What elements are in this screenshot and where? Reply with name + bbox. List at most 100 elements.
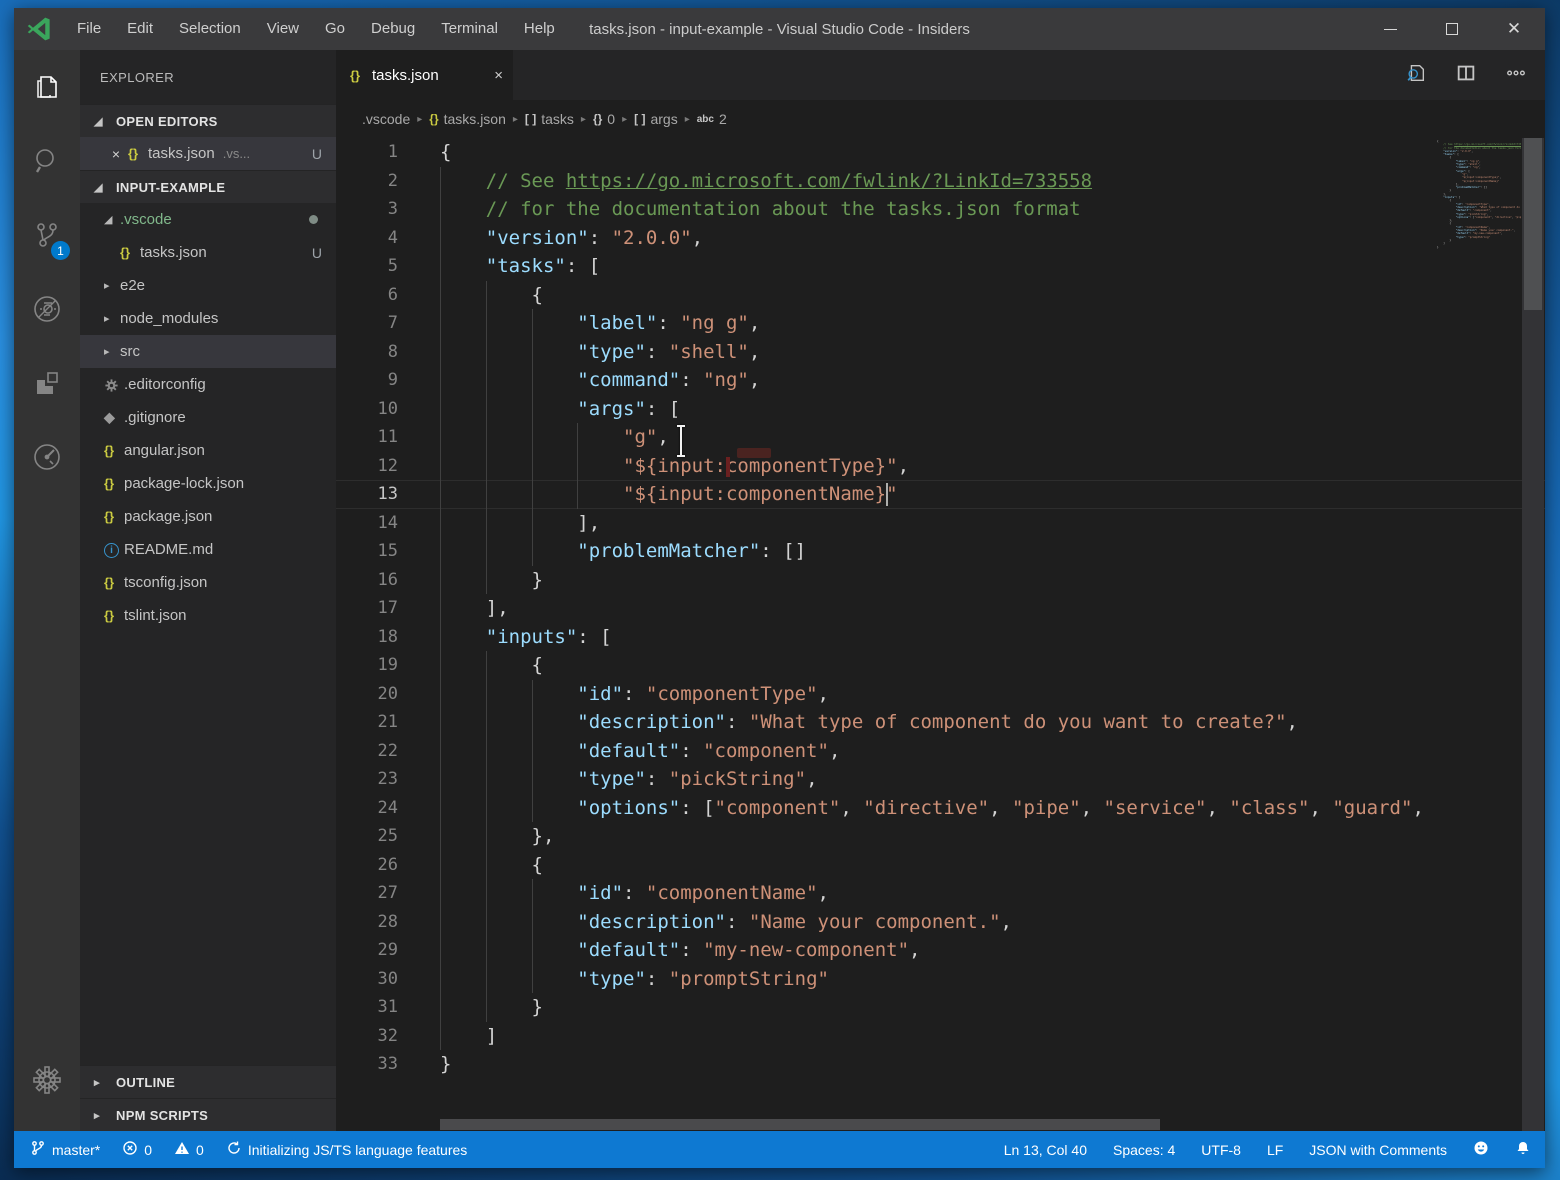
code-line-6[interactable]: 6{: [336, 281, 1545, 310]
code-line-25[interactable]: 25},: [336, 822, 1545, 851]
horizontal-scrollbar[interactable]: [336, 1117, 1521, 1131]
code-line-31[interactable]: 31}: [336, 993, 1545, 1022]
menu-terminal[interactable]: Terminal: [428, 8, 511, 50]
code-line-23[interactable]: 23"type": "pickString",: [336, 765, 1545, 794]
code-line-21[interactable]: 21"description": "What type of component…: [336, 708, 1545, 737]
status-json-with-comments[interactable]: JSON with Comments: [1309, 1142, 1447, 1158]
breadcrumb-item-args[interactable]: [ ]args: [634, 111, 678, 127]
breadcrumb-item--vscode[interactable]: .vscode: [362, 111, 410, 127]
status-0[interactable]: 0: [174, 1140, 204, 1159]
breadcrumb-item-2[interactable]: abc2: [697, 111, 727, 127]
code-line-24[interactable]: 24"options": ["component", "directive", …: [336, 794, 1545, 823]
source-control-icon[interactable]: 1: [14, 198, 80, 272]
tree-item-tslint-json[interactable]: {}tslint.json: [80, 599, 336, 632]
status-smiley[interactable]: [1473, 1140, 1489, 1159]
code-line-27[interactable]: 27"id": "componentName",: [336, 879, 1545, 908]
open-editors-header[interactable]: ◢ OPEN EDITORS: [80, 104, 336, 137]
extensions-icon[interactable]: [14, 346, 80, 420]
code-line-33[interactable]: 33}: [336, 1050, 1545, 1079]
explorer-icon[interactable]: [14, 50, 80, 124]
section-header-npm-scripts[interactable]: ▸NPM SCRIPTS: [80, 1098, 336, 1131]
tree-item-e2e[interactable]: ▸e2e: [80, 269, 336, 302]
gauge-icon[interactable]: [14, 420, 80, 494]
tree-item-readme-md[interactable]: iREADME.md: [80, 533, 336, 566]
code-line-10[interactable]: 10"args": [: [336, 395, 1545, 424]
tree-item-node-modules[interactable]: ▸node_modules: [80, 302, 336, 335]
code-line-26[interactable]: 26{: [336, 851, 1545, 880]
line-number: 14: [336, 509, 440, 538]
code-line-8[interactable]: 8"type": "shell",: [336, 338, 1545, 367]
tree-item-package-lock-json[interactable]: {}package-lock.json: [80, 467, 336, 500]
code-line-20[interactable]: 20"id": "componentType",: [336, 680, 1545, 709]
section-header-outline[interactable]: ▸OUTLINE: [80, 1065, 336, 1098]
minimize-button[interactable]: [1359, 8, 1421, 50]
code-line-32[interactable]: 32]: [336, 1022, 1545, 1051]
status-master[interactable]: master*: [30, 1140, 100, 1159]
open-preview-icon[interactable]: [1405, 62, 1427, 89]
code-line-18[interactable]: 18"inputs": [: [336, 623, 1545, 652]
horizontal-scrollbar-thumb[interactable]: [440, 1119, 1160, 1130]
code-line-28[interactable]: 28"description": "Name your component.",: [336, 908, 1545, 937]
minimap[interactable]: {// See https://go.microsoft.com/fwlink/…: [1437, 140, 1521, 252]
code-line-5[interactable]: 5"tasks": [: [336, 252, 1545, 281]
code-line-9[interactable]: 9"command": "ng",: [336, 366, 1545, 395]
code-line-2[interactable]: 2// See https://go.microsoft.com/fwlink/…: [336, 167, 1545, 196]
code-line-7[interactable]: 7"label": "ng g",: [336, 309, 1545, 338]
breadcrumb-item-tasks-json[interactable]: {}tasks.json: [429, 111, 506, 127]
code-line-22[interactable]: 22"default": "component",: [336, 737, 1545, 766]
status-bell[interactable]: [1515, 1140, 1531, 1159]
maximize-button[interactable]: [1421, 8, 1483, 50]
tree-item-angular-json[interactable]: {}angular.json: [80, 434, 336, 467]
menu-selection[interactable]: Selection: [166, 8, 254, 50]
code-line-13[interactable]: 13"${input:componentName}": [336, 480, 1545, 509]
code-line-3[interactable]: 3// for the documentation about the task…: [336, 195, 1545, 224]
code-editor[interactable]: 1{2// See https://go.microsoft.com/fwlin…: [336, 138, 1545, 1131]
menu-help[interactable]: Help: [511, 8, 568, 50]
tree-item-src[interactable]: ▸src: [80, 335, 336, 368]
code-line-12[interactable]: 12"${input:componentType}",: [336, 452, 1545, 481]
code-line-1[interactable]: 1{: [336, 138, 1545, 167]
tree-item--editorconfig[interactable]: .editorconfig: [80, 368, 336, 401]
vertical-scrollbar-thumb[interactable]: [1524, 138, 1542, 310]
tab-close-icon[interactable]: ×: [494, 67, 503, 84]
menu-debug[interactable]: Debug: [358, 8, 428, 50]
code-line-17[interactable]: 17],: [336, 594, 1545, 623]
tree-item--gitignore[interactable]: ◆.gitignore: [80, 401, 336, 434]
open-editor-item[interactable]: ×{}tasks.json.vs...U: [80, 137, 336, 170]
tree-item-tasks-json[interactable]: {}tasks.jsonU: [80, 236, 336, 269]
tree-item--vscode[interactable]: ◢.vscode: [80, 203, 336, 236]
code-line-14[interactable]: 14],: [336, 509, 1545, 538]
tree-item-package-json[interactable]: {}package.json: [80, 500, 336, 533]
code-line-11[interactable]: 11"g",: [336, 423, 1545, 452]
debug-icon[interactable]: [14, 272, 80, 346]
vertical-scrollbar[interactable]: [1522, 138, 1544, 1131]
code-line-29[interactable]: 29"default": "my-new-component",: [336, 936, 1545, 965]
folder-section-header[interactable]: ◢ INPUT-EXAMPLE: [80, 170, 336, 203]
menu-go[interactable]: Go: [312, 8, 358, 50]
status-spaces-4[interactable]: Spaces: 4: [1113, 1142, 1175, 1158]
menu-edit[interactable]: Edit: [114, 8, 166, 50]
tree-item-tsconfig-json[interactable]: {}tsconfig.json: [80, 566, 336, 599]
status-utf-8[interactable]: UTF-8: [1201, 1142, 1241, 1158]
menu-file[interactable]: File: [64, 8, 114, 50]
code-line-15[interactable]: 15"problemMatcher": []: [336, 537, 1545, 566]
code-line-30[interactable]: 30"type": "promptString": [336, 965, 1545, 994]
breadcrumb-item-0[interactable]: {}0: [593, 111, 615, 127]
status-ln-13-col-40[interactable]: Ln 13, Col 40: [1004, 1142, 1087, 1158]
code-line-19[interactable]: 19{: [336, 651, 1545, 680]
settings-gear-icon[interactable]: [14, 1043, 80, 1117]
code-line-16[interactable]: 16}: [336, 566, 1545, 595]
tab-tasks-json[interactable]: {} tasks.json ×: [336, 50, 513, 100]
more-actions-icon[interactable]: [1505, 62, 1527, 89]
status-0[interactable]: 0: [122, 1140, 152, 1159]
breadcrumb-item-tasks[interactable]: [ ]tasks: [525, 111, 574, 127]
close-button[interactable]: ✕: [1483, 8, 1545, 50]
status-initializing-js-ts-language-features[interactable]: Initializing JS/TS language features: [226, 1140, 467, 1159]
code-line-4[interactable]: 4"version": "2.0.0",: [336, 224, 1545, 253]
split-editor-icon[interactable]: [1455, 62, 1477, 89]
status-lf[interactable]: LF: [1267, 1142, 1283, 1158]
search-icon[interactable]: [14, 124, 80, 198]
breadcrumb: .vscode▸{}tasks.json▸[ ]tasks▸{}0▸[ ]arg…: [336, 100, 1545, 138]
menu-view[interactable]: View: [254, 8, 312, 50]
errors-icon: [122, 1140, 138, 1159]
